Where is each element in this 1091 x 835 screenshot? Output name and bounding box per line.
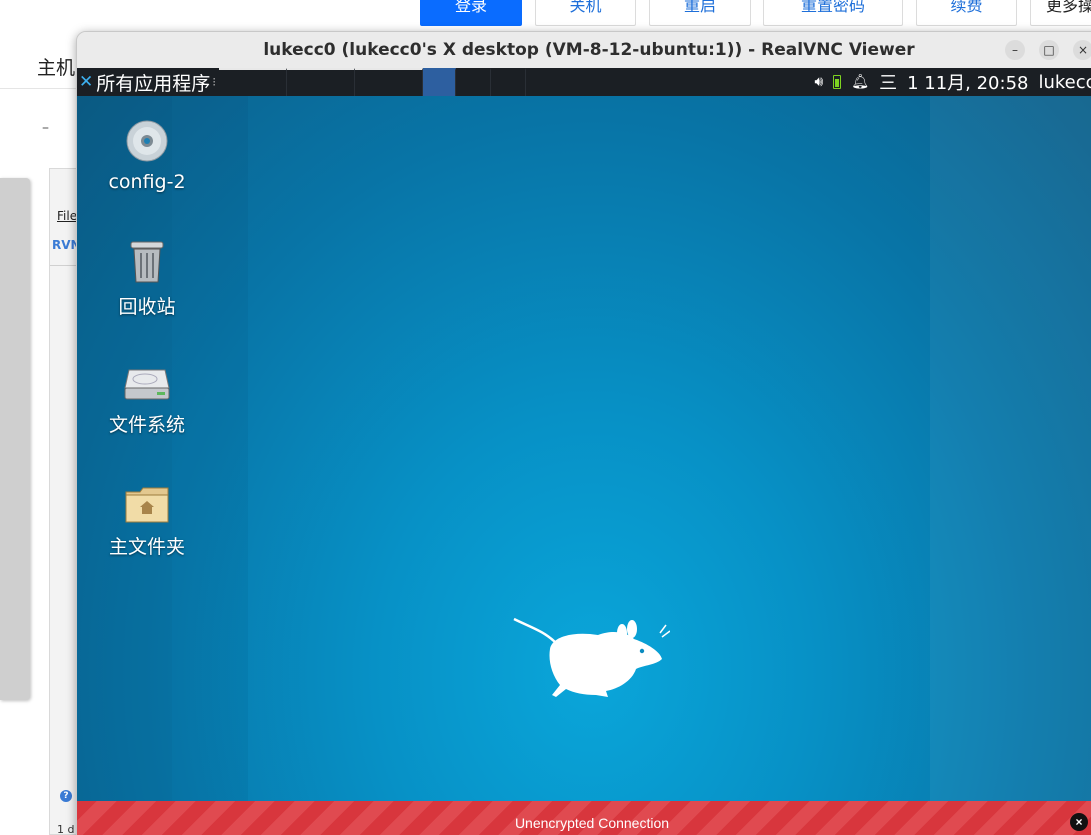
console-toolbar: 登录 关机 重启 重置密码 续费 更多操	[0, 0, 1091, 28]
reset-password-button[interactable]: 重置密码	[763, 0, 903, 26]
shutdown-button[interactable]: 关机	[535, 0, 636, 26]
desktop-icon-filesystem[interactable]: 文件系统	[77, 366, 217, 437]
desktop-icon-label: 回收站	[118, 296, 176, 318]
workspace-1[interactable]	[423, 68, 456, 96]
system-tray: 🔊︎ 🔔︎ 三 1 11月, 20:58 lukecc0	[814, 68, 1091, 96]
desktop-icon-label: config-2	[108, 171, 186, 193]
warning-text: Unencrypted Connection	[514, 815, 670, 831]
xfce-logo-icon: ✕	[79, 72, 94, 92]
desktop-icon-label: 主文件夹	[108, 536, 185, 558]
collapse-dash[interactable]: –	[42, 120, 49, 136]
task-button[interactable]	[219, 68, 287, 96]
xfce-mouse-logo	[513, 617, 670, 697]
wallpaper-band	[77, 96, 172, 835]
minimize-button[interactable]: –	[1005, 40, 1025, 60]
renew-button[interactable]: 续费	[916, 0, 1017, 26]
status-text: 1 d	[57, 823, 75, 835]
vnc-viewer-window: lukecc0 (lukecc0's X desktop (VM-8-12-ub…	[76, 31, 1091, 835]
trash-icon	[130, 241, 164, 283]
desktop-icon-label: 文件系统	[108, 414, 185, 436]
drive-icon	[124, 369, 170, 400]
window-titlebar[interactable]: lukecc0 (lukecc0's X desktop (VM-8-12-ub…	[77, 32, 1091, 68]
home-folder-icon	[125, 487, 169, 523]
workspace-2[interactable]	[456, 68, 491, 96]
side-panel	[0, 178, 30, 700]
desktop-icon-trash[interactable]: 回收站	[77, 238, 217, 319]
user-menu[interactable]: lukecc0	[1038, 72, 1091, 93]
maximize-button[interactable]: □	[1039, 40, 1059, 60]
window-title: lukecc0 (lukecc0's X desktop (VM-8-12-ub…	[263, 40, 915, 60]
remote-desktop[interactable]: ✕ 所有应用程序 ⁝ 🔊︎ 🔔︎ 三 1 11月, 20:58 lukecc0	[77, 68, 1091, 835]
task-button[interactable]	[355, 68, 423, 96]
clock[interactable]: 1 11月, 20:58	[907, 69, 1028, 95]
applications-menu[interactable]: ✕ 所有应用程序 ⁝	[79, 70, 217, 95]
desktop-icon-config-2[interactable]: config-2	[77, 119, 217, 193]
close-warning-button[interactable]: ×	[1070, 813, 1088, 831]
whisker-menu-icon[interactable]: 三	[879, 69, 897, 95]
task-list	[219, 68, 526, 96]
wallpaper-band	[172, 96, 248, 835]
task-button[interactable]	[287, 68, 355, 96]
host-label: 主机	[37, 57, 76, 79]
unencrypted-warning-bar: Unencrypted Connection ×	[77, 801, 1091, 835]
wallpaper-band	[930, 96, 1091, 835]
xfce-panel: ✕ 所有应用程序 ⁝ 🔊︎ 🔔︎ 三 1 11月, 20:58 lukecc0	[77, 68, 1091, 96]
help-icon[interactable]: ?	[60, 790, 72, 802]
battery-icon[interactable]	[833, 75, 842, 89]
panel-handle-icon: ⁝	[212, 75, 217, 89]
workspace-3[interactable]	[491, 68, 526, 96]
file-menu[interactable]: File	[57, 209, 77, 223]
close-button[interactable]: ×	[1073, 40, 1091, 60]
restart-button[interactable]: 重启	[649, 0, 751, 26]
bell-icon[interactable]: 🔔︎	[851, 74, 869, 90]
disc-icon	[126, 120, 168, 162]
login-button[interactable]: 登录	[420, 0, 522, 26]
speaker-icon[interactable]: 🔊︎	[814, 74, 823, 90]
more-actions-button[interactable]: 更多操	[1030, 0, 1091, 26]
applications-menu-label: 所有应用程序	[96, 72, 211, 95]
desktop-icon-home[interactable]: 主文件夹	[77, 486, 217, 559]
divider	[0, 88, 80, 89]
